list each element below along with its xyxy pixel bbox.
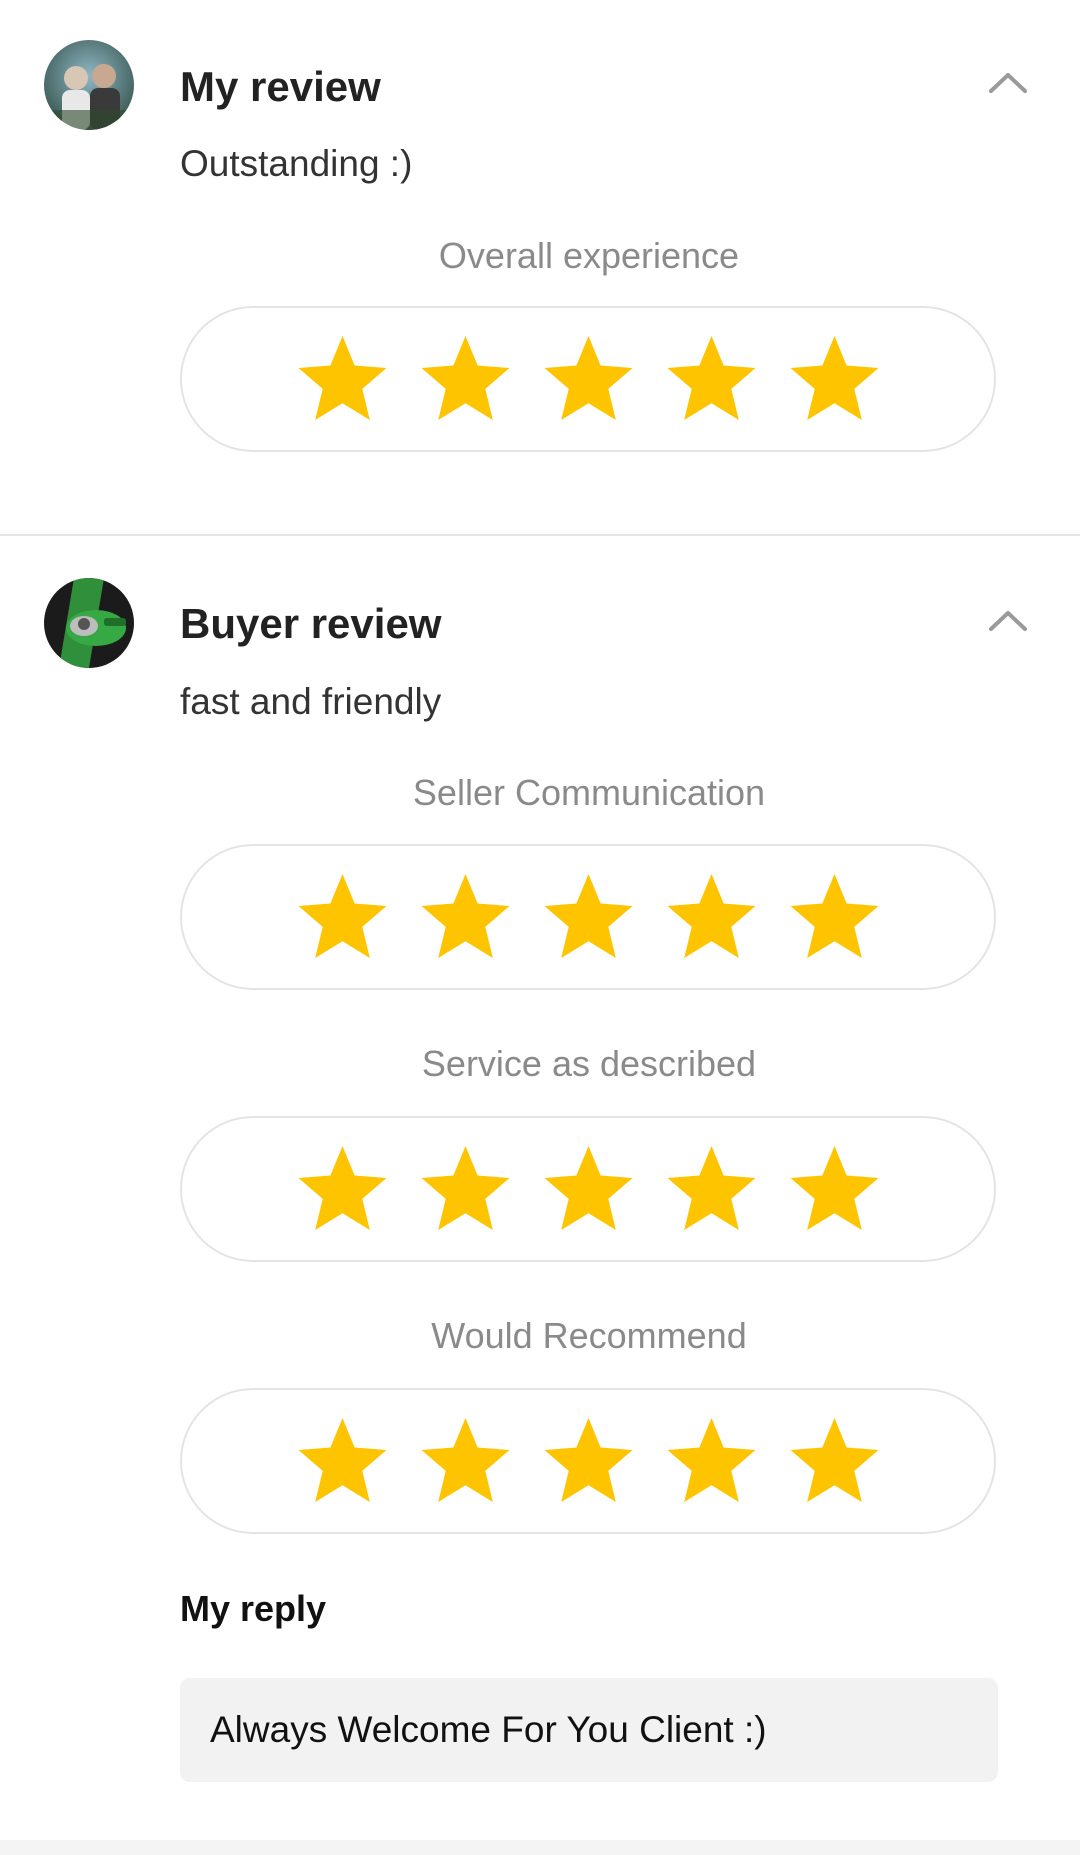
star-icon[interactable] [541,1415,636,1507]
buyer-review-section: Buyer review fast and friendly Seller Co… [0,0,1080,1840]
star-row [295,871,882,963]
rating-label-would-recommend: Would Recommend [431,1315,747,1356]
reply-title: My reply [180,1588,327,1629]
star-icon[interactable] [295,871,390,963]
star-icon[interactable] [787,1143,882,1235]
bottom-divider [0,1840,1080,1855]
star-icon[interactable] [541,871,636,963]
rating-seller-communication[interactable] [180,844,996,990]
chevron-up-icon[interactable] [988,608,1028,632]
star-icon[interactable] [295,1415,390,1507]
star-icon[interactable] [664,871,759,963]
rating-label-seller-communication: Seller Communication [412,772,766,813]
star-icon[interactable] [541,1143,636,1235]
star-icon[interactable] [664,1415,759,1507]
star-row [295,1415,882,1507]
buyer-avatar[interactable] [44,578,134,668]
star-icon[interactable] [418,871,513,963]
rating-service-as-described[interactable] [180,1116,996,1262]
star-row [295,1143,882,1235]
star-icon[interactable] [787,871,882,963]
star-icon[interactable] [295,1143,390,1235]
rating-label-service-as-described: Service as described [421,1043,757,1084]
star-icon[interactable] [787,1415,882,1507]
star-icon[interactable] [418,1143,513,1235]
rating-would-recommend[interactable] [180,1388,996,1534]
buyer-review-title: Buyer review [180,600,442,647]
star-icon[interactable] [664,1143,759,1235]
buyer-review-text: fast and friendly [180,681,442,722]
reply-text: Always Welcome For You Client :) [210,1709,767,1750]
star-icon[interactable] [418,1415,513,1507]
reply-box: Always Welcome For You Client :) [180,1678,998,1782]
